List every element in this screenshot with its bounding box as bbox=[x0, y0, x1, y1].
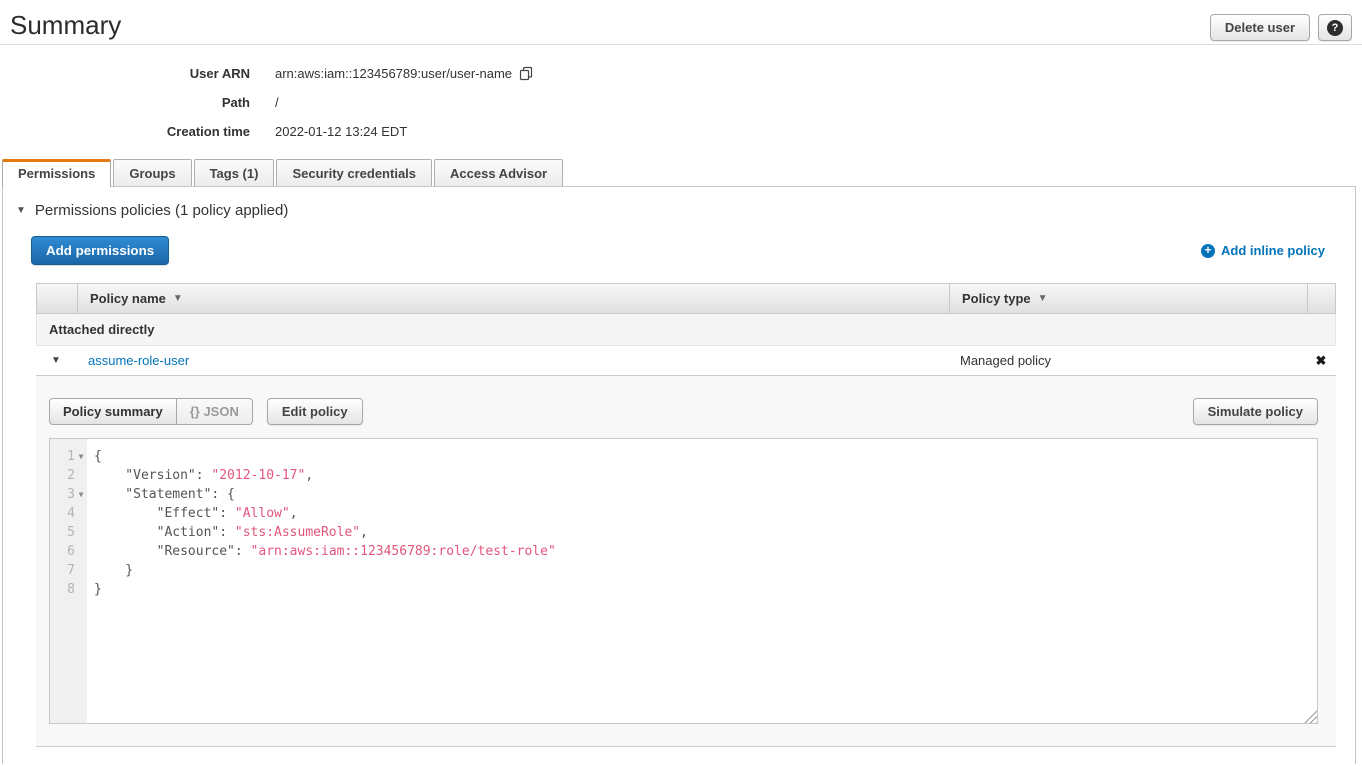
copy-icon[interactable] bbox=[519, 66, 534, 81]
editor-line-number-gutter: 1▼23▼45678 bbox=[50, 439, 87, 723]
table-row: ▼ assume-role-user Managed policy ✖ bbox=[36, 346, 1336, 376]
policy-detail-panel: Policy summary {} JSON Edit policy Simul… bbox=[36, 376, 1336, 747]
header-actions: Delete user ? bbox=[1210, 14, 1352, 41]
code-line: "Action": "sts:AssumeRole", bbox=[94, 523, 1317, 542]
permissions-policies-section-toggle[interactable]: ▼ Permissions policies (1 policy applied… bbox=[3, 187, 1355, 219]
row-expander-caret-icon[interactable]: ▼ bbox=[36, 355, 76, 366]
fold-caret-icon[interactable]: ▼ bbox=[75, 485, 87, 504]
user-arn-value: arn:aws:iam::123456789:user/user-name bbox=[275, 66, 512, 81]
policy-name-column-header[interactable]: Policy name ▼ bbox=[77, 284, 949, 313]
add-inline-policy-link[interactable]: + Add inline policy bbox=[1201, 243, 1325, 258]
tab-security-credentials[interactable]: Security credentials bbox=[276, 159, 432, 186]
remove-policy-icon[interactable]: ✖ bbox=[1306, 353, 1336, 369]
attached-directly-group-row: Attached directly bbox=[36, 314, 1336, 346]
policy-table: Policy name ▼ Policy type ▼ Attached dir… bbox=[36, 283, 1336, 747]
tab-bar: Permissions Groups Tags (1) Security cre… bbox=[2, 159, 1362, 186]
simulate-policy-button[interactable]: Simulate policy bbox=[1193, 398, 1318, 425]
field-row-user-arn: User ARN arn:aws:iam::123456789:user/use… bbox=[0, 65, 1362, 81]
policy-type-column-header[interactable]: Policy type ▼ bbox=[949, 284, 1307, 313]
fold-caret-icon[interactable]: ▼ bbox=[75, 447, 87, 466]
expander-column-header bbox=[37, 284, 77, 313]
policy-table-header: Policy name ▼ Policy type ▼ bbox=[36, 283, 1336, 314]
code-line: } bbox=[94, 580, 1317, 599]
code-line: "Effect": "Allow", bbox=[94, 504, 1317, 523]
policy-type-value: Managed policy bbox=[948, 353, 1306, 368]
policy-view-toggle: Policy summary {} JSON bbox=[49, 398, 253, 425]
sort-caret-icon: ▼ bbox=[173, 293, 183, 304]
sort-caret-icon: ▼ bbox=[1038, 293, 1048, 304]
json-policy-editor[interactable]: 1▼23▼45678 { "Version": "2012-10-17", "S… bbox=[49, 438, 1318, 724]
policy-detail-toolbar: Policy summary {} JSON Edit policy Simul… bbox=[49, 398, 1318, 425]
plus-circle-icon: + bbox=[1201, 244, 1215, 258]
code-line: "Resource": "arn:aws:iam::123456789:role… bbox=[94, 542, 1317, 561]
add-permissions-button[interactable]: Add permissions bbox=[31, 236, 169, 265]
field-row-path: Path / bbox=[0, 94, 1362, 110]
code-line: } bbox=[94, 561, 1317, 580]
creation-time-label: Creation time bbox=[0, 124, 250, 139]
tab-tags[interactable]: Tags (1) bbox=[194, 159, 275, 186]
permissions-tab-panel: ▼ Permissions policies (1 policy applied… bbox=[2, 186, 1356, 764]
permissions-toolbar: Add permissions + Add inline policy bbox=[3, 219, 1355, 265]
policy-name-link[interactable]: assume-role-user bbox=[76, 353, 948, 368]
page-header: Summary Delete user ? bbox=[0, 0, 1362, 45]
user-arn-label: User ARN bbox=[0, 66, 250, 81]
tab-groups[interactable]: Groups bbox=[113, 159, 191, 186]
edit-policy-button[interactable]: Edit policy bbox=[267, 398, 363, 425]
help-icon: ? bbox=[1327, 20, 1343, 36]
policy-summary-toggle-button[interactable]: Policy summary bbox=[49, 398, 177, 425]
collapse-caret-icon: ▼ bbox=[16, 205, 26, 216]
permissions-policies-heading: Permissions policies (1 policy applied) bbox=[35, 202, 288, 219]
code-line: "Version": "2012-10-17", bbox=[94, 466, 1317, 485]
help-button[interactable]: ? bbox=[1318, 14, 1352, 41]
field-row-creation-time: Creation time 2022-01-12 13:24 EDT bbox=[0, 123, 1362, 139]
path-label: Path bbox=[0, 95, 250, 110]
tab-access-advisor[interactable]: Access Advisor bbox=[434, 159, 563, 186]
path-value: / bbox=[275, 95, 279, 110]
page-title: Summary bbox=[10, 10, 121, 41]
add-inline-policy-label: Add inline policy bbox=[1221, 243, 1325, 258]
json-toggle-button[interactable]: {} JSON bbox=[177, 398, 253, 425]
summary-fields: User ARN arn:aws:iam::123456789:user/use… bbox=[0, 65, 1362, 139]
actions-column-header bbox=[1307, 284, 1337, 313]
code-line: "Statement": { bbox=[94, 485, 1317, 504]
editor-code-area[interactable]: { "Version": "2012-10-17", "Statement": … bbox=[87, 439, 1317, 723]
delete-user-button[interactable]: Delete user bbox=[1210, 14, 1310, 41]
creation-time-value: 2022-01-12 13:24 EDT bbox=[275, 124, 407, 139]
tab-permissions[interactable]: Permissions bbox=[2, 159, 111, 187]
code-line: { bbox=[94, 447, 1317, 466]
